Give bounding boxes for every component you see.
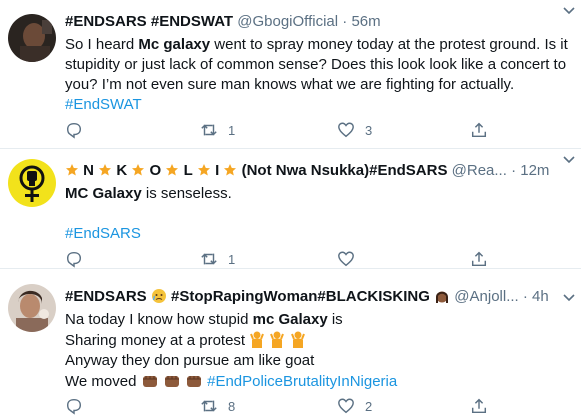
share-icon — [471, 398, 487, 414]
text-line: Sharing money at a protest — [65, 332, 246, 349]
reply-icon — [66, 251, 82, 268]
separator: · — [511, 162, 517, 179]
hashtag-link[interactable]: #EndSWAT — [65, 95, 573, 115]
like-count: 2 — [365, 398, 373, 414]
like-button[interactable]: 2 — [337, 396, 372, 416]
reply-button[interactable] — [65, 249, 93, 269]
handle[interactable]: @Rea... — [452, 162, 507, 179]
avatar[interactable] — [8, 159, 56, 207]
caret-down-icon[interactable] — [561, 151, 577, 167]
tweet[interactable]: N K O L I (Not Nwa Nsukka)#EndSARS @Rea.… — [0, 149, 581, 269]
separator: · — [342, 13, 348, 30]
tweet[interactable]: #ENDSARS #ENDSWAT @GbogiOfficial · 56m S… — [0, 0, 581, 149]
timestamp[interactable]: 56m — [351, 13, 380, 30]
avatar-photo — [8, 14, 56, 62]
hashtag-link[interactable]: #EndPoliceBrutalityInNigeria — [207, 373, 397, 390]
star-emoji — [197, 164, 210, 176]
avatar-photo — [8, 284, 56, 332]
caret-down-icon[interactable] — [561, 289, 577, 305]
hashtag-link[interactable]: #EndSARS — [65, 224, 573, 244]
text-line: stupidity or just lack of common sense? … — [65, 56, 567, 73]
text-segment: Na today I know how stupid — [65, 311, 253, 328]
retweet-icon — [201, 124, 217, 136]
fist-emoji — [186, 376, 201, 387]
share-button[interactable] — [470, 120, 488, 140]
mention-bold: mc Galaxy — [252, 311, 328, 328]
share-icon — [471, 122, 487, 138]
like-icon — [338, 251, 354, 267]
like-button[interactable]: 3 — [337, 120, 372, 140]
tweet-text: MC Galaxy is senseless. #EndSARS — [65, 184, 573, 244]
avatar[interactable] — [8, 284, 56, 332]
retweet-icon — [201, 400, 217, 412]
display-name-hashtags[interactable]: #StopRapingWoman#BLACKISKING — [171, 288, 430, 305]
tweet[interactable]: #ENDSARS #StopRapingWoman#BLACKISKING @A… — [0, 269, 581, 417]
like-count: 3 — [365, 122, 373, 138]
retweet-button[interactable]: 1 — [200, 249, 235, 269]
name-letter[interactable]: I — [215, 162, 219, 179]
text-line: Anyway they don pursue am like goat — [65, 352, 315, 369]
tweet-text: So I heard Mc galaxy went to spray money… — [65, 35, 573, 115]
fist-emoji — [142, 376, 157, 387]
name-letter[interactable]: L — [184, 162, 193, 179]
mention-bold: Mc galaxy — [138, 36, 211, 53]
retweet-count: 1 — [228, 251, 236, 267]
text-segment: So I heard — [65, 36, 139, 53]
star-emoji — [166, 164, 179, 176]
raising-hands-emoji — [250, 331, 265, 348]
reply-button[interactable] — [65, 120, 93, 140]
like-icon — [338, 122, 354, 138]
crying-face-emoji — [151, 289, 166, 303]
text-line: We moved — [65, 373, 137, 390]
share-icon — [471, 251, 487, 267]
reply-button[interactable] — [65, 396, 93, 416]
star-emoji — [132, 164, 145, 176]
timestamp[interactable]: 12m — [520, 162, 549, 179]
retweet-button[interactable]: 8 — [200, 396, 235, 416]
fist-emoji — [164, 376, 179, 387]
avatar-feminist-fist — [8, 159, 56, 207]
text-segment: is — [327, 311, 343, 328]
display-name[interactable]: #ENDSARS #ENDSWAT — [65, 13, 233, 30]
raising-hands-emoji — [290, 331, 305, 348]
tweet-header: #ENDSARS #StopRapingWoman#BLACKISKING @A… — [65, 287, 573, 307]
display-name[interactable]: #ENDSARS — [65, 288, 147, 305]
woman-emoji — [436, 291, 449, 303]
retweet-button[interactable]: 1 — [200, 120, 235, 140]
reply-icon — [66, 122, 82, 139]
retweet-icon — [201, 253, 217, 265]
name-letter[interactable]: O — [150, 162, 162, 179]
star-emoji — [224, 164, 237, 176]
like-button[interactable] — [337, 249, 365, 269]
text-line: you? I’m not even sure man knows what we… — [65, 76, 515, 93]
share-button[interactable] — [470, 396, 488, 416]
handle[interactable]: @GbogiOfficial — [237, 13, 338, 30]
star-emoji — [99, 164, 112, 176]
text-segment: is senseless. — [141, 185, 232, 202]
text-segment: went to spray money today at the protest… — [210, 36, 568, 53]
raising-hands-emoji — [270, 331, 285, 348]
display-name[interactable]: (Not Nwa Nsukka)#EndSARS — [242, 162, 448, 179]
caret-down-icon[interactable] — [561, 2, 577, 18]
share-button[interactable] — [470, 249, 488, 269]
mention-bold: MC Galaxy — [65, 185, 142, 202]
separator: · — [522, 288, 528, 305]
like-icon — [338, 398, 354, 414]
star-emoji — [66, 164, 78, 176]
tweet-text: Na today I know how stupid mc Galaxy is … — [65, 310, 573, 392]
tweet-header: #ENDSARS #ENDSWAT @GbogiOfficial · 56m — [65, 12, 573, 32]
name-letter[interactable]: K — [116, 162, 127, 179]
tweet-header: N K O L I (Not Nwa Nsukka)#EndSARS @Rea.… — [65, 161, 573, 181]
name-letter[interactable]: N — [83, 162, 94, 179]
timestamp[interactable]: 4h — [532, 288, 549, 305]
reply-icon — [66, 398, 82, 415]
retweet-count: 8 — [228, 398, 236, 414]
avatar[interactable] — [8, 14, 56, 62]
retweet-count: 1 — [228, 122, 236, 138]
handle[interactable]: @Anjoll... — [454, 288, 518, 305]
